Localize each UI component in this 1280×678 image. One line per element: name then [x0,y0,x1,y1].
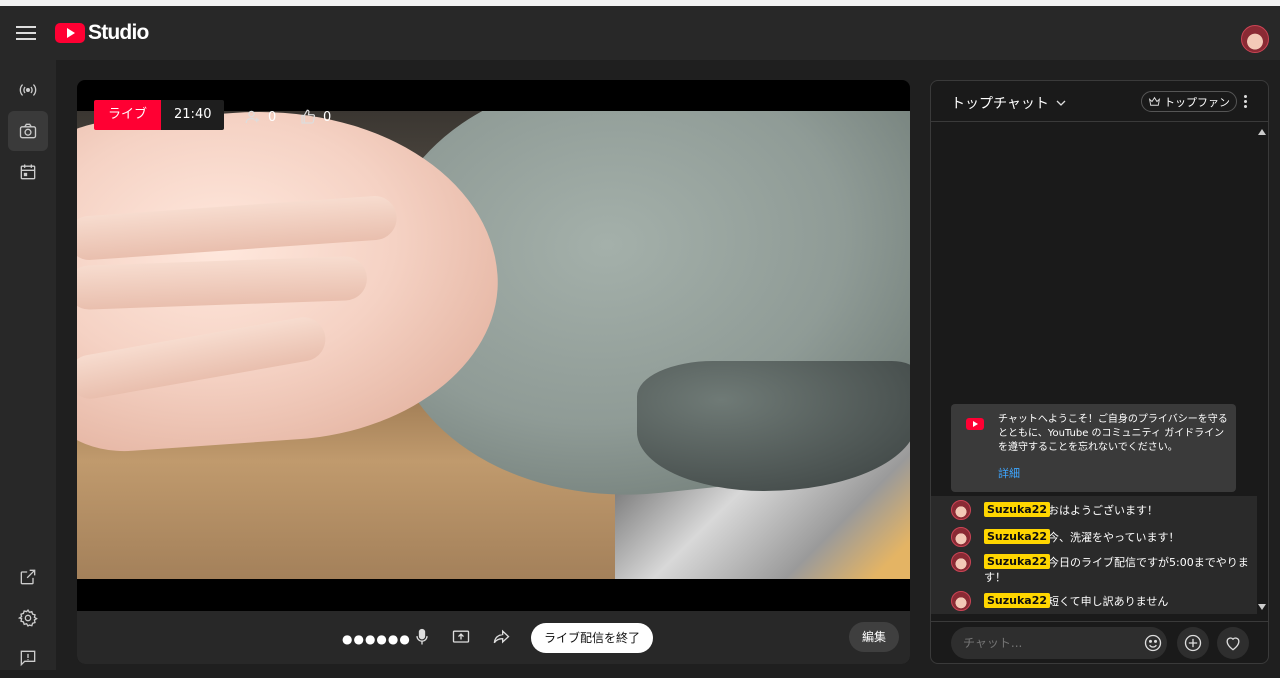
heart-button[interactable] [1217,627,1249,659]
plus-circle-icon [1184,634,1202,652]
chat-title: トップチャット [951,96,1049,112]
top-fans-button[interactable]: トップファン [1141,91,1237,112]
share-icon[interactable] [491,627,511,647]
screen-share-icon[interactable] [451,627,471,647]
chat-mode-dropdown[interactable]: トップチャット [951,93,1067,113]
top-bar: Studio [0,6,1280,60]
broadcast-icon[interactable] [8,70,48,110]
viewer-count: 0 [244,108,276,126]
emoji-icon[interactable] [1143,633,1163,653]
thumbs-up-icon [301,109,315,124]
like-count: 0 [299,108,331,126]
end-stream-button[interactable]: ライブ配信を終了 [531,623,653,653]
connection-status-indicator[interactable]: ●●●●●● [342,632,411,646]
author-badge[interactable]: Suzuka22 [984,593,1051,608]
chat-input-row [931,621,1268,663]
chat-header: トップチャット トップファン [931,81,1268,122]
live-status-badge: ライブ 21:40 [94,100,225,130]
youtube-play-icon [55,23,85,43]
author-badge[interactable]: Suzuka22 [984,529,1051,544]
avatar[interactable] [951,527,971,547]
edit-button[interactable]: 編集 [849,622,899,652]
learn-more-link[interactable]: 詳細 [998,465,1020,481]
stream-preview-player: ライブ 21:40 0 0 ●●●●●● ライブ配信を終了 編集 [77,80,910,664]
more-options-icon[interactable] [1239,93,1251,111]
crown-icon [1148,96,1161,106]
avatar[interactable] [951,500,971,520]
left-nav [0,60,56,670]
avatar[interactable] [951,591,971,611]
live-label: ライブ [94,100,162,130]
logo-text: Studio [88,21,149,44]
author-badge[interactable]: Suzuka22 [984,502,1051,517]
heart-icon [1226,637,1240,651]
video-preview[interactable] [77,111,910,579]
chat-welcome-notice: チャットへようこそ！ご自身のプライバシーを守るとともに、YouTube のコミュ… [951,404,1236,492]
avatar[interactable] [951,552,971,572]
live-chat-panel: トップチャット トップファン チャットへようこそ！ご自身のプライバシーを守るとと… [930,80,1269,664]
menu-icon[interactable] [16,23,36,43]
calendar-icon[interactable] [8,152,48,192]
chat-input[interactable] [951,627,1167,659]
scroll-down-arrow[interactable] [1258,604,1266,610]
welcome-text: チャットへようこそ！ご自身のプライバシーを守るとともに、YouTube のコミュ… [998,414,1228,453]
account-avatar[interactable] [1241,25,1269,53]
gear-icon[interactable] [8,598,48,638]
studio-logo[interactable]: Studio [55,21,149,45]
external-link-icon[interactable] [8,557,48,597]
microphone-icon[interactable] [412,627,432,647]
chevron-down-icon [1056,100,1066,106]
player-controls: ●●●●●● ライブ配信を終了 編集 [77,611,910,664]
elapsed-time: 21:40 [161,100,225,130]
scroll-up-arrow[interactable] [1258,129,1266,135]
camera-icon[interactable] [8,111,48,151]
feedback-icon[interactable] [8,638,48,678]
chat-messages: おはようございます！ Suzuka22 今、洗濯をやっています！ Suzuka2… [931,496,1257,614]
add-button[interactable] [1177,627,1209,659]
author-badge[interactable]: Suzuka22 [984,554,1051,569]
youtube-icon [966,418,984,430]
viewers-icon [245,110,259,124]
